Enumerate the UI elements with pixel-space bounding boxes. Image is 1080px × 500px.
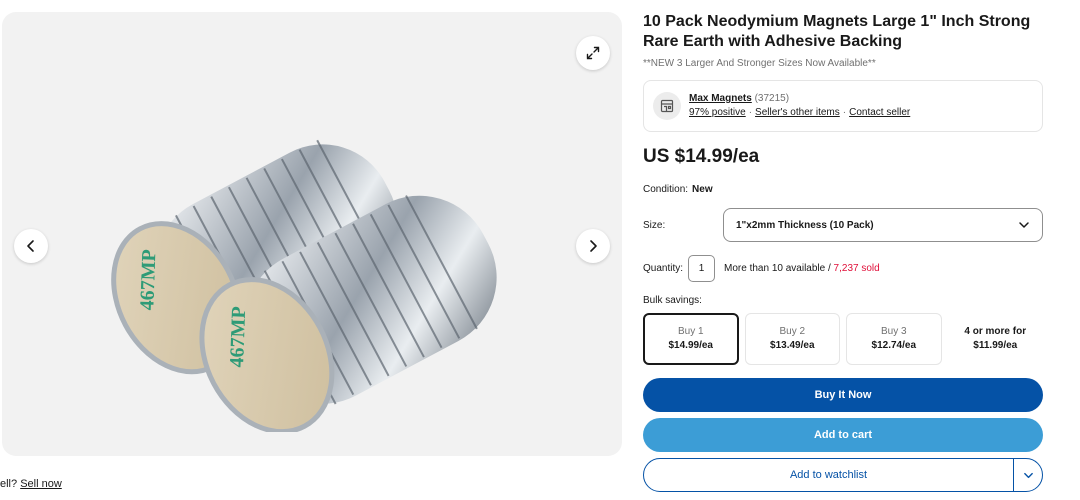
bulk-price: $14.99/ea xyxy=(668,340,714,351)
expand-image-button[interactable] xyxy=(576,36,610,70)
expand-icon xyxy=(586,46,600,60)
bulk-tier: 4 or more for xyxy=(964,326,1027,337)
listing-subtitle: **NEW 3 Larger And Stronger Sizes Now Av… xyxy=(643,58,876,69)
bulk-price: $13.49/ea xyxy=(770,340,815,351)
bulk-savings-options: Buy 1 $14.99/ea Buy 2 $13.49/ea Buy 3 $1… xyxy=(643,313,1043,365)
availability-text: More than 10 available / xyxy=(724,263,831,274)
item-price: US $14.99/ea xyxy=(643,146,760,167)
seller-details: Max Magnets (37215) 97% positive · Seller'… xyxy=(689,92,910,120)
sell-now-link[interactable]: Sell now xyxy=(20,478,62,490)
size-row: Size: 1"x2mm Thickness (10 Pack) xyxy=(643,208,1043,242)
quantity-row: Quantity: 1 More than 10 available / 7,2… xyxy=(643,255,1043,282)
seller-other-items-link[interactable]: Seller's other items xyxy=(755,107,840,118)
chevron-down-icon xyxy=(1023,472,1033,478)
bulk-savings-label: Bulk savings: xyxy=(643,295,702,306)
separator-dot: · xyxy=(842,107,847,118)
size-label: Size: xyxy=(643,219,666,231)
bulk-option-buy-4-plus[interactable]: 4 or more for $11.99/ea xyxy=(948,313,1043,365)
seller-name-link[interactable]: Max Magnets xyxy=(689,93,752,104)
size-select[interactable]: 1"x2mm Thickness (10 Pack) xyxy=(723,208,1043,242)
svg-text:467MP: 467MP xyxy=(136,249,160,311)
bulk-option-buy-1[interactable]: Buy 1 $14.99/ea xyxy=(643,313,739,365)
previous-image-button[interactable] xyxy=(14,229,48,263)
buy-it-now-button[interactable]: Buy It Now xyxy=(643,378,1043,412)
seller-card: Max Magnets (37215) 97% positive · Seller'… xyxy=(643,80,1043,132)
seller-positive-link[interactable]: 97% positive xyxy=(689,107,746,118)
add-to-watchlist-button[interactable]: Add to watchlist xyxy=(644,459,1013,491)
add-to-cart-button[interactable]: Add to cart xyxy=(643,418,1043,452)
next-image-button[interactable] xyxy=(576,229,610,263)
seller-feedback-count: (37215) xyxy=(754,93,790,104)
condition-label: Condition: xyxy=(643,184,689,195)
watchlist-control: Add to watchlist xyxy=(643,458,1043,492)
sold-count: 7,237 sold xyxy=(833,263,880,274)
bulk-tier: Buy 3 xyxy=(880,326,907,337)
chevron-right-icon xyxy=(590,240,597,252)
bulk-price: $11.99/ea xyxy=(973,340,1018,351)
listing-title: 10 Pack Neodymium Magnets Large 1" Inch … xyxy=(643,13,1031,50)
chevron-left-icon xyxy=(27,240,34,252)
chevron-down-icon xyxy=(1019,222,1029,228)
watchlist-dropdown-button[interactable] xyxy=(1013,459,1042,491)
store-icon xyxy=(660,99,674,113)
quantity-input[interactable]: 1 xyxy=(688,255,716,282)
bulk-tier: Buy 1 xyxy=(677,326,704,337)
image-gallery: 467MP 467MP xyxy=(2,12,622,456)
contact-seller-link[interactable]: Contact seller xyxy=(849,107,910,118)
quantity-label: Quantity: xyxy=(643,263,684,274)
svg-text:467MP: 467MP xyxy=(226,306,250,368)
bulk-option-buy-3[interactable]: Buy 3 $12.74/ea xyxy=(846,313,942,365)
sell-prompt: ell? Sell now xyxy=(0,478,62,490)
bulk-option-buy-2[interactable]: Buy 2 $13.49/ea xyxy=(744,313,841,365)
seller-avatar[interactable] xyxy=(653,92,681,120)
bulk-tier: Buy 2 xyxy=(779,326,806,337)
separator-dot: · xyxy=(748,107,753,118)
sell-prompt-text: ell? xyxy=(0,478,18,490)
condition-row: Condition: New xyxy=(643,184,1043,195)
product-image[interactable]: 467MP 467MP xyxy=(92,72,552,432)
condition-value: New xyxy=(692,184,713,195)
listing-info: 10 Pack Neodymium Magnets Large 1" Inch … xyxy=(643,12,1043,492)
bulk-price: $12.74/ea xyxy=(871,340,917,351)
size-selected-value: 1"x2mm Thickness (10 Pack) xyxy=(736,219,874,231)
